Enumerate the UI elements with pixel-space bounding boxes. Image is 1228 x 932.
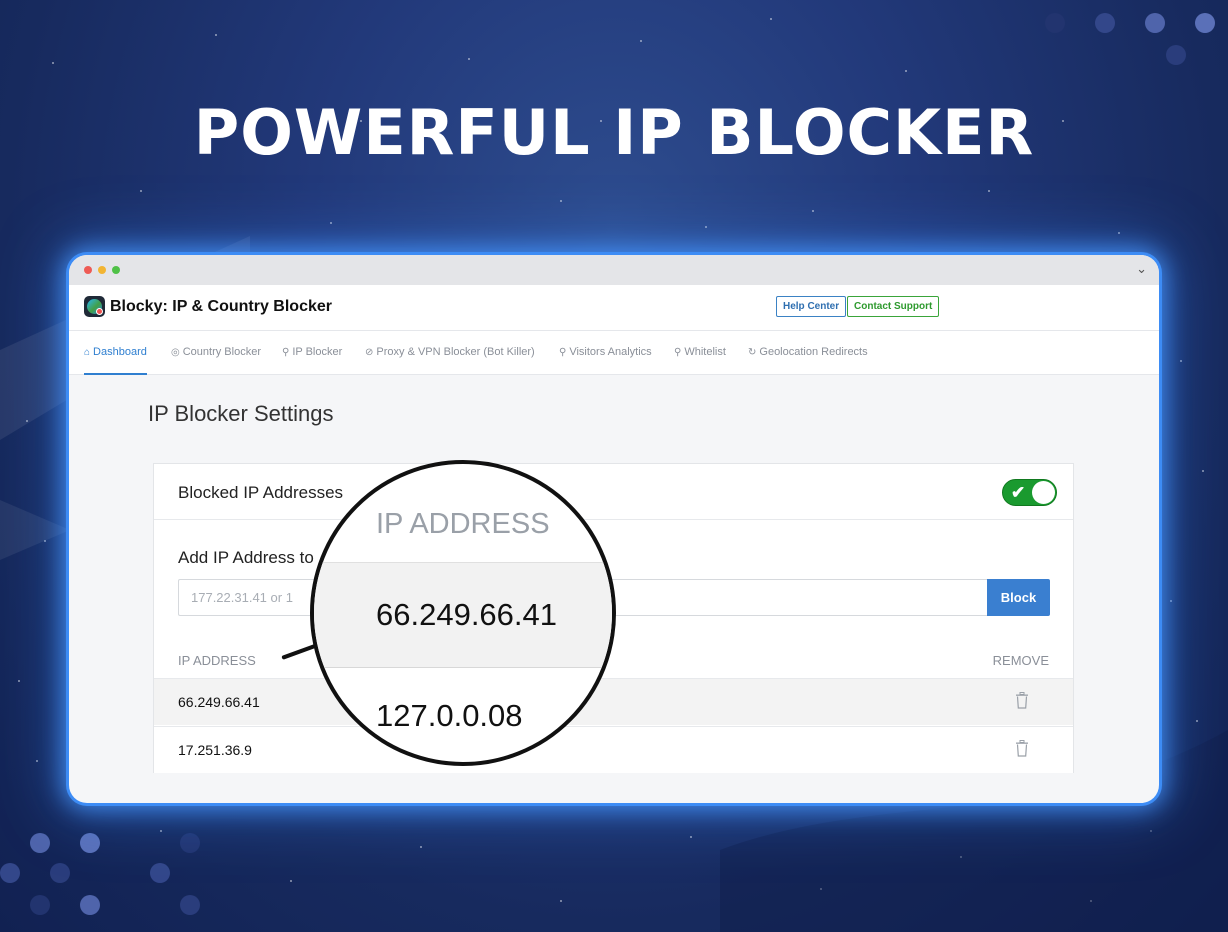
- ip-cell: 66.249.66.41: [178, 694, 260, 710]
- tab-whitelist[interactable]: ⚲ Whitelist: [674, 331, 726, 375]
- block-button[interactable]: Block: [987, 579, 1050, 616]
- magnified-ip-2: 127.0.0.08: [376, 698, 523, 733]
- magnified-ip-1: 66.249.66.41: [376, 597, 558, 632]
- toggle-knob: [1032, 481, 1055, 504]
- tab-label: Dashboard: [93, 346, 147, 358]
- card-header: Blocked IP Addresses ✔: [154, 464, 1073, 520]
- app-title: Blocky: IP & Country Blocker: [110, 298, 332, 315]
- nav-tabs: ⌂ Dashboard ◎ Country Blocker ⚲ IP Blocker …: [69, 331, 1159, 375]
- magnifier-callout: IP ADDRESS 66.249.66.41 127.0.0.08: [310, 460, 616, 766]
- user-plus-icon: ⚲: [282, 347, 290, 358]
- ip-cell: 17.251.36.9: [178, 742, 252, 758]
- add-ip-label: Add IP Address to: [178, 548, 314, 567]
- blocking-toggle[interactable]: ✔: [1002, 479, 1057, 506]
- checkmark-icon: ✔: [1011, 483, 1026, 502]
- globe-icon: ◎: [171, 347, 180, 358]
- card-title: Blocked IP Addresses: [178, 483, 344, 502]
- tab-visitors-analytics[interactable]: ⚲ Visitors Analytics: [559, 331, 652, 375]
- tab-geolocation-redirects[interactable]: ↻ Geolocation Redirects: [748, 331, 868, 375]
- trash-icon[interactable]: [1015, 692, 1029, 709]
- window-titlebar: ⌄: [69, 255, 1159, 285]
- tab-ip-blocker[interactable]: ⚲ IP Blocker: [282, 331, 342, 375]
- minimize-window-dot[interactable]: [98, 266, 106, 274]
- tab-dashboard[interactable]: ⌂ Dashboard: [84, 331, 147, 375]
- contact-support-button[interactable]: Contact Support: [847, 296, 940, 317]
- table-row: 17.251.36.9: [154, 726, 1073, 773]
- user-check-icon: ⚲: [674, 347, 682, 358]
- tab-label: IP Blocker: [292, 346, 343, 358]
- shield-off-icon: ⊘: [365, 347, 374, 358]
- app-window: ⌄ Blocky: IP & Country Blocker Help Cent…: [69, 255, 1159, 803]
- chevron-down-icon[interactable]: ⌄: [1136, 261, 1147, 277]
- tab-label: Visitors Analytics: [569, 346, 652, 358]
- tab-country-blocker[interactable]: ◎ Country Blocker: [171, 331, 261, 375]
- tab-label: Whitelist: [684, 346, 726, 358]
- refresh-icon: ↻: [748, 347, 757, 358]
- hero-title: POWERFUL IP BLOCKER: [193, 96, 1035, 169]
- tab-label: Proxy & VPN Blocker (Bot Killer): [376, 346, 535, 358]
- tab-label: Geolocation Redirects: [759, 346, 868, 358]
- column-header-ip: IP ADDRESS: [178, 653, 256, 668]
- page-title: IP Blocker Settings: [148, 401, 334, 426]
- app-header: Blocky: IP & Country Blocker Help Center…: [69, 285, 1159, 331]
- app-logo-icon: [84, 296, 105, 317]
- magnified-column-header: IP ADDRESS: [376, 508, 550, 540]
- tab-proxy-vpn-blocker[interactable]: ⊘ Proxy & VPN Blocker (Bot Killer): [365, 331, 535, 375]
- tab-label: Country Blocker: [182, 346, 261, 358]
- maximize-window-dot[interactable]: [112, 266, 120, 274]
- help-center-button[interactable]: Help Center: [776, 296, 847, 317]
- trash-icon[interactable]: [1015, 740, 1029, 757]
- column-header-remove: REMOVE: [992, 653, 1049, 668]
- home-icon: ⌂: [84, 347, 91, 358]
- table-row: 66.249.66.41: [154, 678, 1073, 725]
- search-icon: ⚲: [559, 347, 567, 358]
- close-window-dot[interactable]: [84, 266, 92, 274]
